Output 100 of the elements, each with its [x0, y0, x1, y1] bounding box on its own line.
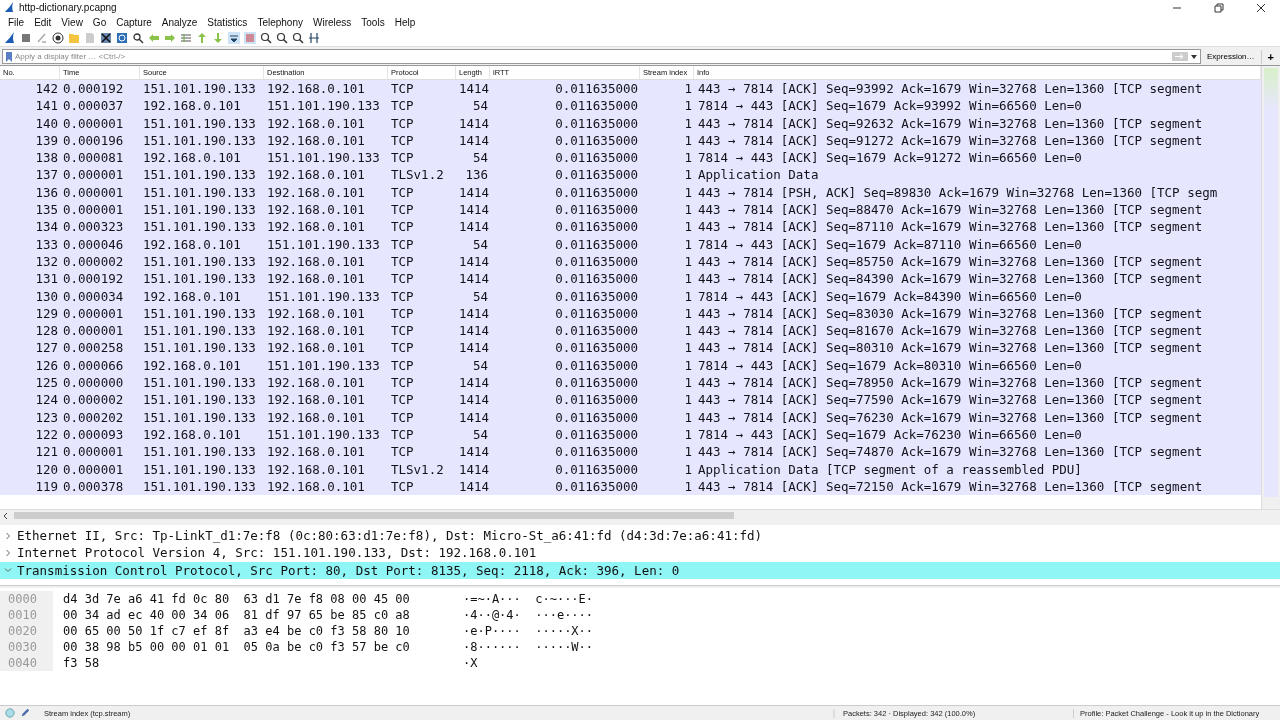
menu-item[interactable]: Help	[389, 17, 421, 28]
irtt-cell-text: 0.011635000	[554, 408, 639, 426]
hex-bytes: 00 65 00 50 1f c7 ef 8f a3 e4 be c0 f3 58 80 10	[63, 624, 411, 638]
packet-row[interactable]: 141 0.000037 192.168.0.101 151.101.190.133 TCP 54 0.011635000 1 7814 → 443 [ACK] Seq=1679 Ack=93992 Win=66560 Len=0	[0, 97, 1261, 115]
protocol-cell-text: TCP	[390, 149, 415, 167]
display-filter-field[interactable]: Apply a display filter … <Ctrl-/>	[2, 49, 1201, 64]
last-arrow-icon[interactable]	[212, 32, 224, 44]
info-cell-text: Application Data [TCP segment of a reassembled PDU]	[697, 460, 1083, 478]
destination-cell-text: 192.168.0.101	[266, 443, 366, 461]
packet-row[interactable]: 137 0.000001 151.101.190.133 192.168.0.101 TLSv1.2 136 0.011635000 1 Application Data	[0, 166, 1261, 184]
packet-row[interactable]: 135 0.000001 151.101.190.133 192.168.0.101 TCP 1414 0.011635000 1 443 → 7814 [ACK] Seq=88470 Ack=1679 Win=32768 Len=1360 [TCP segment	[0, 201, 1261, 219]
menu-item[interactable]: Wireless	[307, 17, 357, 28]
packet-row[interactable]: 142 0.000192 151.101.190.133 192.168.0.101 TCP 1414 0.011635000 1 443 → 7814 [ACK] Seq=93992 Ack=1679 Win=32768 Len=1360 [TCP segment	[0, 80, 1261, 98]
packet-row[interactable]: 134 0.000323 151.101.190.133 192.168.0.101 TCP 1414 0.011635000 1 443 → 7814 [ACK] Seq=87110 Ack=1679 Win=32768 Len=1360 [TCP segment	[0, 218, 1261, 236]
horizontal-scrollbar[interactable]	[0, 509, 1280, 521]
chevron-right-icon[interactable]	[4, 548, 12, 557]
shark-fin-icon[interactable]	[4, 32, 16, 44]
irtt-cell-text: 0.011635000	[554, 252, 639, 271]
irtt-cell-text: 0.011635000	[554, 391, 639, 409]
detail-row[interactable]: Internet Protocol Version 4, Src: 151.101.190.133, Dst: 192.168.0.101	[0, 544, 1280, 562]
destination-cell-text: 192.168.0.101	[266, 460, 366, 478]
menu-item[interactable]: Edit	[29, 17, 57, 28]
length-cell-text: 1414	[458, 322, 490, 340]
byte-offset: 0000	[0, 591, 53, 607]
info-cell-text: 7814 → 443 [ACK] Seq=1679 Ack=93992 Win=66560 Len=0	[697, 97, 1083, 115]
back-arrow-icon[interactable]	[148, 32, 160, 44]
irtt-cell-text: 0.011635000	[554, 374, 639, 392]
source-cell-text: 151.101.190.133	[142, 80, 257, 98]
detail-row[interactable]: Transmission Control Protocol, Src Port: 80, Dst Port: 8135, Seq: 2118, Ack: 396, Len: 0	[0, 561, 1280, 579]
stream-index-cell-text: 1	[683, 149, 693, 167]
edit-icon[interactable]	[20, 708, 30, 718]
ascii-bytes: ·X	[463, 656, 478, 670]
stream-index-cell-text: 1	[683, 287, 693, 305]
length-cell-text: 1414	[458, 339, 490, 357]
time-cell-text: 0.000001	[62, 443, 125, 461]
menu-item[interactable]: View	[56, 17, 88, 28]
source-cell-text: 192.168.0.101	[142, 425, 242, 444]
close-file-icon[interactable]	[100, 32, 112, 44]
source-cell-text: 151.101.190.133	[142, 391, 257, 409]
info-cell-text: 443 → 7814 [ACK] Seq=77590 Ack=1679 Win=32768 Len=1360 [TCP segment	[697, 391, 1204, 409]
stream-index-cell-text: 1	[683, 374, 693, 392]
length-cell-text: 54	[471, 356, 489, 375]
vertical-scrollbar[interactable]	[1261, 66, 1280, 509]
detail-row[interactable]: Ethernet II, Src: Tp-LinkT_d1:7e:f8 (0c:80:63:d1:7e:f8), Dst: Micro-St_a6:41:fd (d4:3d:7e:a6:41:fd)	[0, 527, 1280, 545]
packet-row[interactable]: 138 0.000081 192.168.0.101 151.101.190.133 TCP 54 0.011635000 1 7814 → 443 [ACK] Seq=1679 Ack=91272 Win=66560 Len=0	[0, 149, 1261, 167]
display-filter-field[interactable]: Apply a display filter … <Ctrl-/>	[15, 51, 1172, 62]
destination-cell-text: 192.168.0.101	[266, 322, 366, 340]
stream-index-cell-text: 1	[683, 270, 693, 288]
time-cell-text: 0.000001	[62, 304, 125, 323]
packet-row[interactable]: 125 0.000000 151.101.190.133 192.168.0.101 TCP 1414 0.011635000 1 443 → 7814 [ACK] Seq=78950 Ack=1679 Win=32768 Len=1360 [TCP segment	[0, 374, 1261, 392]
menu-item[interactable]: Go	[87, 17, 112, 28]
menu-item[interactable]: Analyze	[156, 17, 203, 28]
length-cell-text: 54	[471, 97, 489, 115]
length-cell-text: 1414	[458, 114, 490, 132]
info-cell-text: 7814 → 443 [ACK] Seq=1679 Ack=84390 Win=66560 Len=0	[697, 287, 1083, 305]
source-cell-text: 192.168.0.101	[142, 356, 242, 375]
irtt-cell-text: 0.011635000	[554, 339, 639, 357]
source-cell-text: 151.101.190.133	[142, 304, 257, 323]
packet-row[interactable]: 131 0.000192 151.101.190.133 192.168.0.101 TCP 1414 0.011635000 1 443 → 7814 [ACK] Seq=84390 Ack=1679 Win=32768 Len=1360 [TCP segment	[0, 270, 1261, 288]
source-cell-text: 151.101.190.133	[142, 374, 257, 392]
protocol-cell-text: TLSv1.2	[390, 460, 445, 478]
packet-row[interactable]: 121 0.000001 151.101.190.133 192.168.0.101 TCP 1414 0.011635000 1 443 → 7814 [ACK] Seq=74870 Ack=1679 Win=32768 Len=1360 [TCP segment	[0, 443, 1261, 461]
packet-row[interactable]: 127 0.000258 151.101.190.133 192.168.0.101 TCP 1414 0.011635000 1 443 → 7814 [ACK] Seq=80310 Ack=1679 Win=32768 Len=1360 [TCP segment	[0, 339, 1261, 357]
bookmark-icon[interactable]	[6, 51, 12, 62]
restore-icon[interactable]	[1214, 2, 1224, 13]
stream-index-cell-text: 1	[683, 304, 693, 323]
scroll-left-icon[interactable]	[3, 511, 9, 520]
stream-index-cell-text: 1	[683, 443, 693, 461]
close-icon[interactable]	[1256, 2, 1266, 13]
length-cell-text: 1414	[458, 131, 490, 150]
length-cell-text: 1414	[458, 460, 490, 478]
time-cell-text: 0.000001	[62, 322, 125, 340]
menu-item[interactable]: Tools	[356, 17, 390, 28]
packet-row[interactable]: 128 0.000001 151.101.190.133 192.168.0.101 TCP 1414 0.011635000 1 443 → 7814 [ACK] Seq=81670 Ack=1679 Win=32768 Len=1360 [TCP segment	[0, 322, 1261, 340]
stream-index-cell-text: 1	[683, 166, 693, 184]
destination-cell-text: 151.101.190.133	[266, 149, 381, 167]
chevron-right-icon[interactable]	[4, 531, 12, 540]
time-cell-text: 0.000001	[62, 460, 125, 478]
menu-item[interactable]: File	[3, 17, 30, 28]
protocol-cell-text: TCP	[390, 80, 415, 98]
search-icon[interactable]	[132, 32, 144, 44]
menu-item[interactable]: Telephony	[252, 17, 308, 28]
irtt-cell-text: 0.011635000	[554, 166, 639, 184]
protocol-cell-text: TCP	[390, 183, 415, 202]
byte-offset: 0010	[0, 607, 53, 623]
window-title: http-dictionary.pcapng	[19, 2, 117, 13]
packet-row[interactable]: 124 0.000002 151.101.190.133 192.168.0.101 TCP 1414 0.011635000 1 443 → 7814 [ACK] Seq=77590 Ack=1679 Win=32768 Len=1360 [TCP segment	[0, 391, 1261, 409]
info-cell-text: 443 → 7814 [ACK] Seq=78950 Ack=1679 Win=32768 Len=1360 [TCP segment	[697, 374, 1204, 392]
first-arrow-icon[interactable]	[196, 32, 208, 44]
stream-index-cell-text: 1	[683, 183, 693, 202]
irtt-cell-text: 0.011635000	[554, 322, 639, 340]
forward-arrow-icon[interactable]	[164, 32, 176, 44]
dropdown-icon[interactable]	[1190, 52, 1198, 61]
menu-item[interactable]: Statistics	[202, 17, 253, 28]
stream-index-cell-text: 1	[683, 356, 693, 375]
info-cell-text: 7814 → 443 [ACK] Seq=1679 Ack=76230 Win=66560 Len=0	[697, 425, 1083, 444]
stream-index-cell-text: 1	[683, 252, 693, 271]
stop-icon[interactable]	[20, 32, 32, 44]
ascii-bytes: ·e·P···· ·····X··	[463, 624, 594, 638]
menu-item[interactable]: Capture	[111, 17, 157, 28]
